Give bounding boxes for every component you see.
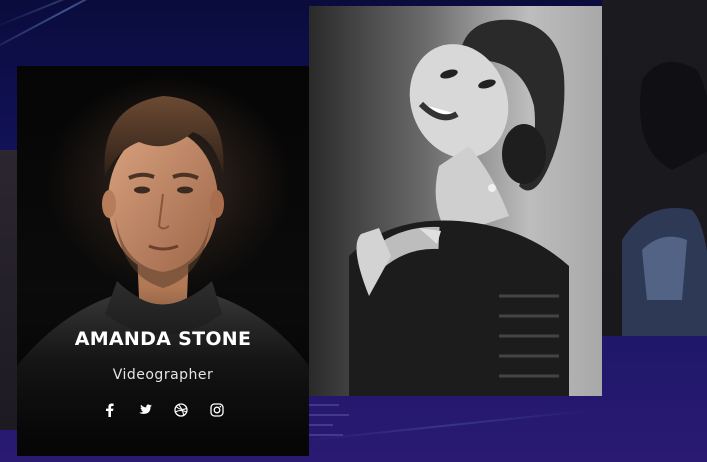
decorative-stripes — [309, 396, 602, 462]
previous-card-edge[interactable] — [0, 150, 18, 430]
social-links — [17, 402, 309, 418]
team-member-role: Videographer — [112, 367, 214, 383]
facebook-icon[interactable] — [101, 402, 117, 418]
instagram-icon[interactable] — [209, 402, 225, 418]
team-member-name: AMANDA STONE — [74, 328, 252, 350]
team-member-card[interactable]: AMANDA STONE Videographer — [17, 66, 309, 456]
portrait-photo — [349, 19, 569, 396]
twitter-icon[interactable] — [137, 402, 153, 418]
portrait-photo — [622, 62, 707, 336]
team-member-card[interactable] — [309, 6, 602, 396]
dribbble-icon[interactable] — [173, 402, 189, 418]
team-member-card[interactable] — [602, 0, 707, 336]
light-streak — [0, 0, 165, 62]
team-carousel: AMANDA STONE Videographer — [0, 0, 707, 462]
light-streak — [0, 0, 121, 30]
